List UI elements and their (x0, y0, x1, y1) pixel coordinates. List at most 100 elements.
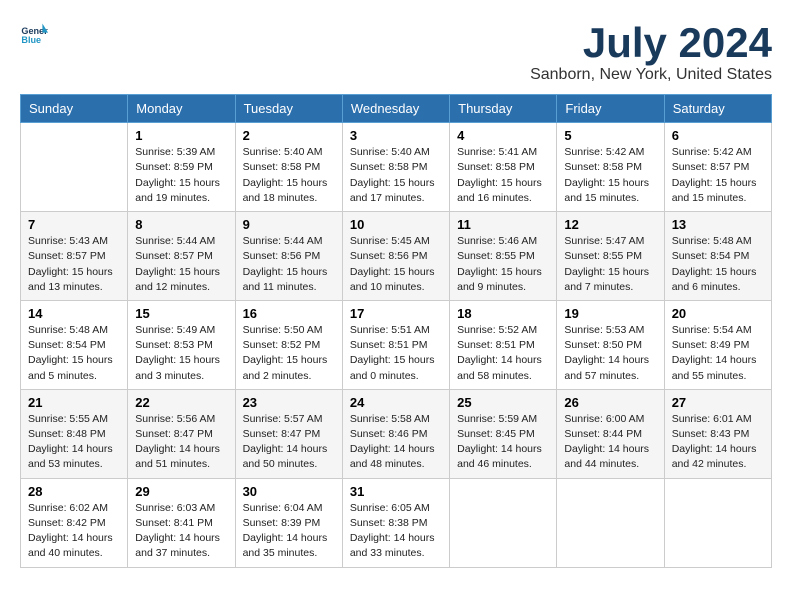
calendar-week-2: 7 Sunrise: 5:43 AM Sunset: 8:57 PM Daylig… (21, 212, 772, 301)
calendar-week-5: 28 Sunrise: 6:02 AM Sunset: 8:42 PM Dayli… (21, 478, 772, 567)
calendar-cell: 17 Sunrise: 5:51 AM Sunset: 8:51 PM Dayli… (342, 300, 449, 389)
day-info: Sunrise: 6:05 AM Sunset: 8:38 PM Dayligh… (350, 501, 442, 562)
calendar-cell: 5 Sunrise: 5:42 AM Sunset: 8:58 PM Daylig… (557, 123, 664, 212)
calendar-cell: 25Sunrise: 5:59 AM Sunset: 8:45 PM Dayli… (450, 389, 557, 478)
calendar-cell: 1 Sunrise: 5:39 AM Sunset: 8:59 PM Daylig… (128, 123, 235, 212)
calendar-title: July 2024 (530, 20, 772, 66)
day-number: 3 (350, 128, 442, 143)
day-info: Sunrise: 5:58 AM Sunset: 8:46 PM Dayligh… (350, 412, 442, 473)
calendar-cell: 29 Sunrise: 6:03 AM Sunset: 8:41 PM Dayli… (128, 478, 235, 567)
day-number: 12 (564, 217, 656, 232)
day-info: Sunrise: 5:44 AM Sunset: 8:57 PM Dayligh… (135, 234, 227, 295)
day-info: Sunrise: 5:53 AM Sunset: 8:50 PM Dayligh… (564, 323, 656, 384)
day-header-tuesday: Tuesday (235, 95, 342, 123)
calendar-cell: 19 Sunrise: 5:53 AM Sunset: 8:50 PM Dayli… (557, 300, 664, 389)
calendar-cell: 18 Sunrise: 5:52 AM Sunset: 8:51 PM Dayli… (450, 300, 557, 389)
day-number: 28 (28, 484, 120, 499)
calendar-cell: 7 Sunrise: 5:43 AM Sunset: 8:57 PM Daylig… (21, 212, 128, 301)
day-header-friday: Friday (557, 95, 664, 123)
calendar-cell: 31 Sunrise: 6:05 AM Sunset: 8:38 PM Dayli… (342, 478, 449, 567)
day-number: 16 (243, 306, 335, 321)
calendar-table: SundayMondayTuesdayWednesdayThursdayFrid… (20, 94, 772, 567)
day-info: Sunrise: 5:48 AM Sunset: 8:54 PM Dayligh… (28, 323, 120, 384)
calendar-cell: 10Sunrise: 5:45 AM Sunset: 8:56 PM Dayli… (342, 212, 449, 301)
day-number: 15 (135, 306, 227, 321)
calendar-cell: 12 Sunrise: 5:47 AM Sunset: 8:55 PM Dayli… (557, 212, 664, 301)
calendar-cell: 26 Sunrise: 6:00 AM Sunset: 8:44 PM Dayli… (557, 389, 664, 478)
calendar-cell: 22Sunrise: 5:56 AM Sunset: 8:47 PM Dayli… (128, 389, 235, 478)
day-info: Sunrise: 5:50 AM Sunset: 8:52 PM Dayligh… (243, 323, 335, 384)
day-info: Sunrise: 5:46 AM Sunset: 8:55 PM Dayligh… (457, 234, 549, 295)
day-header-saturday: Saturday (664, 95, 771, 123)
day-number: 20 (672, 306, 764, 321)
day-number: 26 (564, 395, 656, 410)
day-info: Sunrise: 6:02 AM Sunset: 8:42 PM Dayligh… (28, 501, 120, 562)
day-number: 27 (672, 395, 764, 410)
day-info: Sunrise: 5:54 AM Sunset: 8:49 PM Dayligh… (672, 323, 764, 384)
logo: General Blue (20, 20, 48, 48)
day-info: Sunrise: 5:40 AM Sunset: 8:58 PM Dayligh… (350, 145, 442, 206)
day-number: 11 (457, 217, 549, 232)
calendar-cell: 9Sunrise: 5:44 AM Sunset: 8:56 PM Daylig… (235, 212, 342, 301)
day-info: Sunrise: 5:49 AM Sunset: 8:53 PM Dayligh… (135, 323, 227, 384)
day-number: 24 (350, 395, 442, 410)
calendar-cell: 16 Sunrise: 5:50 AM Sunset: 8:52 PM Dayli… (235, 300, 342, 389)
day-info: Sunrise: 5:44 AM Sunset: 8:56 PM Dayligh… (243, 234, 335, 295)
day-info: Sunrise: 5:42 AM Sunset: 8:58 PM Dayligh… (564, 145, 656, 206)
day-info: Sunrise: 5:52 AM Sunset: 8:51 PM Dayligh… (457, 323, 549, 384)
day-header-wednesday: Wednesday (342, 95, 449, 123)
calendar-cell: 14 Sunrise: 5:48 AM Sunset: 8:54 PM Dayli… (21, 300, 128, 389)
day-number: 17 (350, 306, 442, 321)
day-info: Sunrise: 5:47 AM Sunset: 8:55 PM Dayligh… (564, 234, 656, 295)
day-number: 23 (243, 395, 335, 410)
day-number: 31 (350, 484, 442, 499)
calendar-cell: 30Sunrise: 6:04 AM Sunset: 8:39 PM Dayli… (235, 478, 342, 567)
calendar-cell: 11 Sunrise: 5:46 AM Sunset: 8:55 PM Dayli… (450, 212, 557, 301)
calendar-cell: 4 Sunrise: 5:41 AM Sunset: 8:58 PM Daylig… (450, 123, 557, 212)
day-info: Sunrise: 5:48 AM Sunset: 8:54 PM Dayligh… (672, 234, 764, 295)
day-info: Sunrise: 5:55 AM Sunset: 8:48 PM Dayligh… (28, 412, 120, 473)
calendar-week-3: 14 Sunrise: 5:48 AM Sunset: 8:54 PM Dayli… (21, 300, 772, 389)
day-number: 14 (28, 306, 120, 321)
day-number: 29 (135, 484, 227, 499)
page-header: General Blue July 2024 Sanborn, New York… (20, 20, 772, 84)
day-number: 5 (564, 128, 656, 143)
calendar-cell: 23 Sunrise: 5:57 AM Sunset: 8:47 PM Dayli… (235, 389, 342, 478)
day-number: 7 (28, 217, 120, 232)
day-info: Sunrise: 5:45 AM Sunset: 8:56 PM Dayligh… (350, 234, 442, 295)
calendar-cell: 6Sunrise: 5:42 AM Sunset: 8:57 PM Daylig… (664, 123, 771, 212)
day-info: Sunrise: 5:40 AM Sunset: 8:58 PM Dayligh… (243, 145, 335, 206)
calendar-cell: 28 Sunrise: 6:02 AM Sunset: 8:42 PM Dayli… (21, 478, 128, 567)
day-number: 25 (457, 395, 549, 410)
calendar-cell: 20 Sunrise: 5:54 AM Sunset: 8:49 PM Dayli… (664, 300, 771, 389)
calendar-cell (450, 478, 557, 567)
calendar-cell: 15 Sunrise: 5:49 AM Sunset: 8:53 PM Dayli… (128, 300, 235, 389)
day-info: Sunrise: 5:56 AM Sunset: 8:47 PM Dayligh… (135, 412, 227, 473)
day-info: Sunrise: 6:03 AM Sunset: 8:41 PM Dayligh… (135, 501, 227, 562)
day-info: Sunrise: 5:43 AM Sunset: 8:57 PM Dayligh… (28, 234, 120, 295)
calendar-cell (21, 123, 128, 212)
title-area: July 2024 Sanborn, New York, United Stat… (530, 20, 772, 84)
calendar-subtitle: Sanborn, New York, United States (530, 66, 772, 84)
calendar-cell: 3 Sunrise: 5:40 AM Sunset: 8:58 PM Daylig… (342, 123, 449, 212)
day-number: 6 (672, 128, 764, 143)
day-info: Sunrise: 5:41 AM Sunset: 8:58 PM Dayligh… (457, 145, 549, 206)
calendar-week-1: 1 Sunrise: 5:39 AM Sunset: 8:59 PM Daylig… (21, 123, 772, 212)
logo-icon: General Blue (20, 20, 48, 48)
day-header-thursday: Thursday (450, 95, 557, 123)
calendar-cell (664, 478, 771, 567)
day-info: Sunrise: 6:00 AM Sunset: 8:44 PM Dayligh… (564, 412, 656, 473)
day-info: Sunrise: 5:39 AM Sunset: 8:59 PM Dayligh… (135, 145, 227, 206)
day-info: Sunrise: 5:57 AM Sunset: 8:47 PM Dayligh… (243, 412, 335, 473)
day-number: 19 (564, 306, 656, 321)
calendar-cell (557, 478, 664, 567)
day-info: Sunrise: 5:51 AM Sunset: 8:51 PM Dayligh… (350, 323, 442, 384)
day-number: 4 (457, 128, 549, 143)
calendar-cell: 8Sunrise: 5:44 AM Sunset: 8:57 PM Daylig… (128, 212, 235, 301)
calendar-cell: 2Sunrise: 5:40 AM Sunset: 8:58 PM Daylig… (235, 123, 342, 212)
calendar-cell: 27Sunrise: 6:01 AM Sunset: 8:43 PM Dayli… (664, 389, 771, 478)
day-number: 18 (457, 306, 549, 321)
day-number: 1 (135, 128, 227, 143)
day-info: Sunrise: 6:04 AM Sunset: 8:39 PM Dayligh… (243, 501, 335, 562)
day-number: 21 (28, 395, 120, 410)
